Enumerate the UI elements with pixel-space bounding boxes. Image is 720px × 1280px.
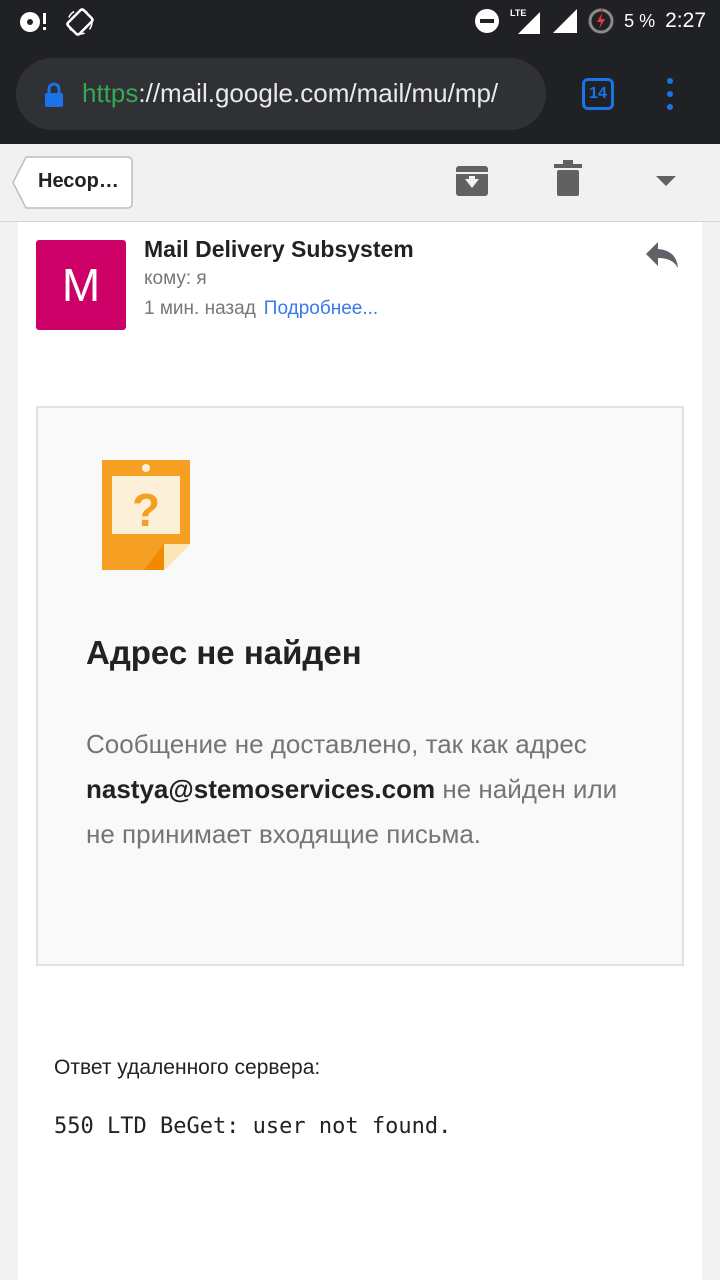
tab-switcher-button[interactable]: 14 (582, 78, 614, 110)
url-path: ://mail.google.com/mail/mu/mp/ (138, 78, 499, 108)
back-button[interactable]: Несор… (12, 156, 133, 209)
recipient: кому: я (144, 268, 207, 289)
browser-toolbar: https://mail.google.com/mail/mu/mp/ 14 (0, 44, 720, 144)
back-button-label: Несор… (38, 170, 119, 192)
avatar: M (36, 240, 126, 330)
svg-text:LTE: LTE (510, 8, 526, 18)
status-bar: LTE 5 % 2:27 (0, 0, 720, 44)
bounce-notice: ? Адрес не найден Сообщение не доставлен… (36, 406, 684, 966)
message-time-row: 1 мин. назад Подробнее... (144, 298, 378, 320)
address-bar[interactable]: https://mail.google.com/mail/mu/mp/ (16, 58, 546, 130)
bounce-text-before: Сообщение не доставлено, так как адрес (86, 729, 587, 759)
cell-signal-icon (553, 9, 578, 33)
message-card: M Mail Delivery Subsystem кому: я 1 мин.… (18, 222, 702, 1280)
mail-toolbar: Несор… (0, 144, 720, 222)
trash-icon[interactable] (554, 160, 582, 196)
battery-charging-icon (588, 8, 614, 34)
url-text: https://mail.google.com/mail/mu/mp/ (82, 78, 498, 109)
lte-signal-icon: LTE (510, 8, 541, 34)
battery-percent: 5 % (624, 10, 656, 31)
question-note-icon: ? (102, 460, 190, 570)
svg-text:?: ? (132, 484, 160, 536)
details-link[interactable]: Подробнее... (264, 298, 378, 319)
clock: 2:27 (665, 9, 706, 32)
bounce-description: Сообщение не доставлено, так как адрес n… (86, 722, 626, 857)
url-scheme: https (82, 78, 139, 108)
reply-icon[interactable] (644, 240, 680, 270)
dropdown-icon[interactable] (654, 174, 678, 188)
remote-server-response: 550 LTD BeGet: user not found. (54, 1114, 452, 1139)
rotate-screen-icon (66, 8, 94, 36)
received-time: 1 мин. назад (144, 298, 256, 319)
sender-name: Mail Delivery Subsystem (144, 236, 414, 262)
sync-alert-icon (20, 12, 46, 32)
bounce-title: Адрес не найден (86, 634, 362, 671)
archive-icon[interactable] (454, 162, 490, 198)
lock-icon (45, 82, 63, 107)
remote-server-label: Ответ удаленного сервера: (54, 1056, 321, 1079)
browser-menu-button[interactable] (658, 76, 682, 112)
bounce-address: nastya@stemoservices.com (86, 774, 436, 804)
do-not-disturb-icon (475, 9, 500, 33)
